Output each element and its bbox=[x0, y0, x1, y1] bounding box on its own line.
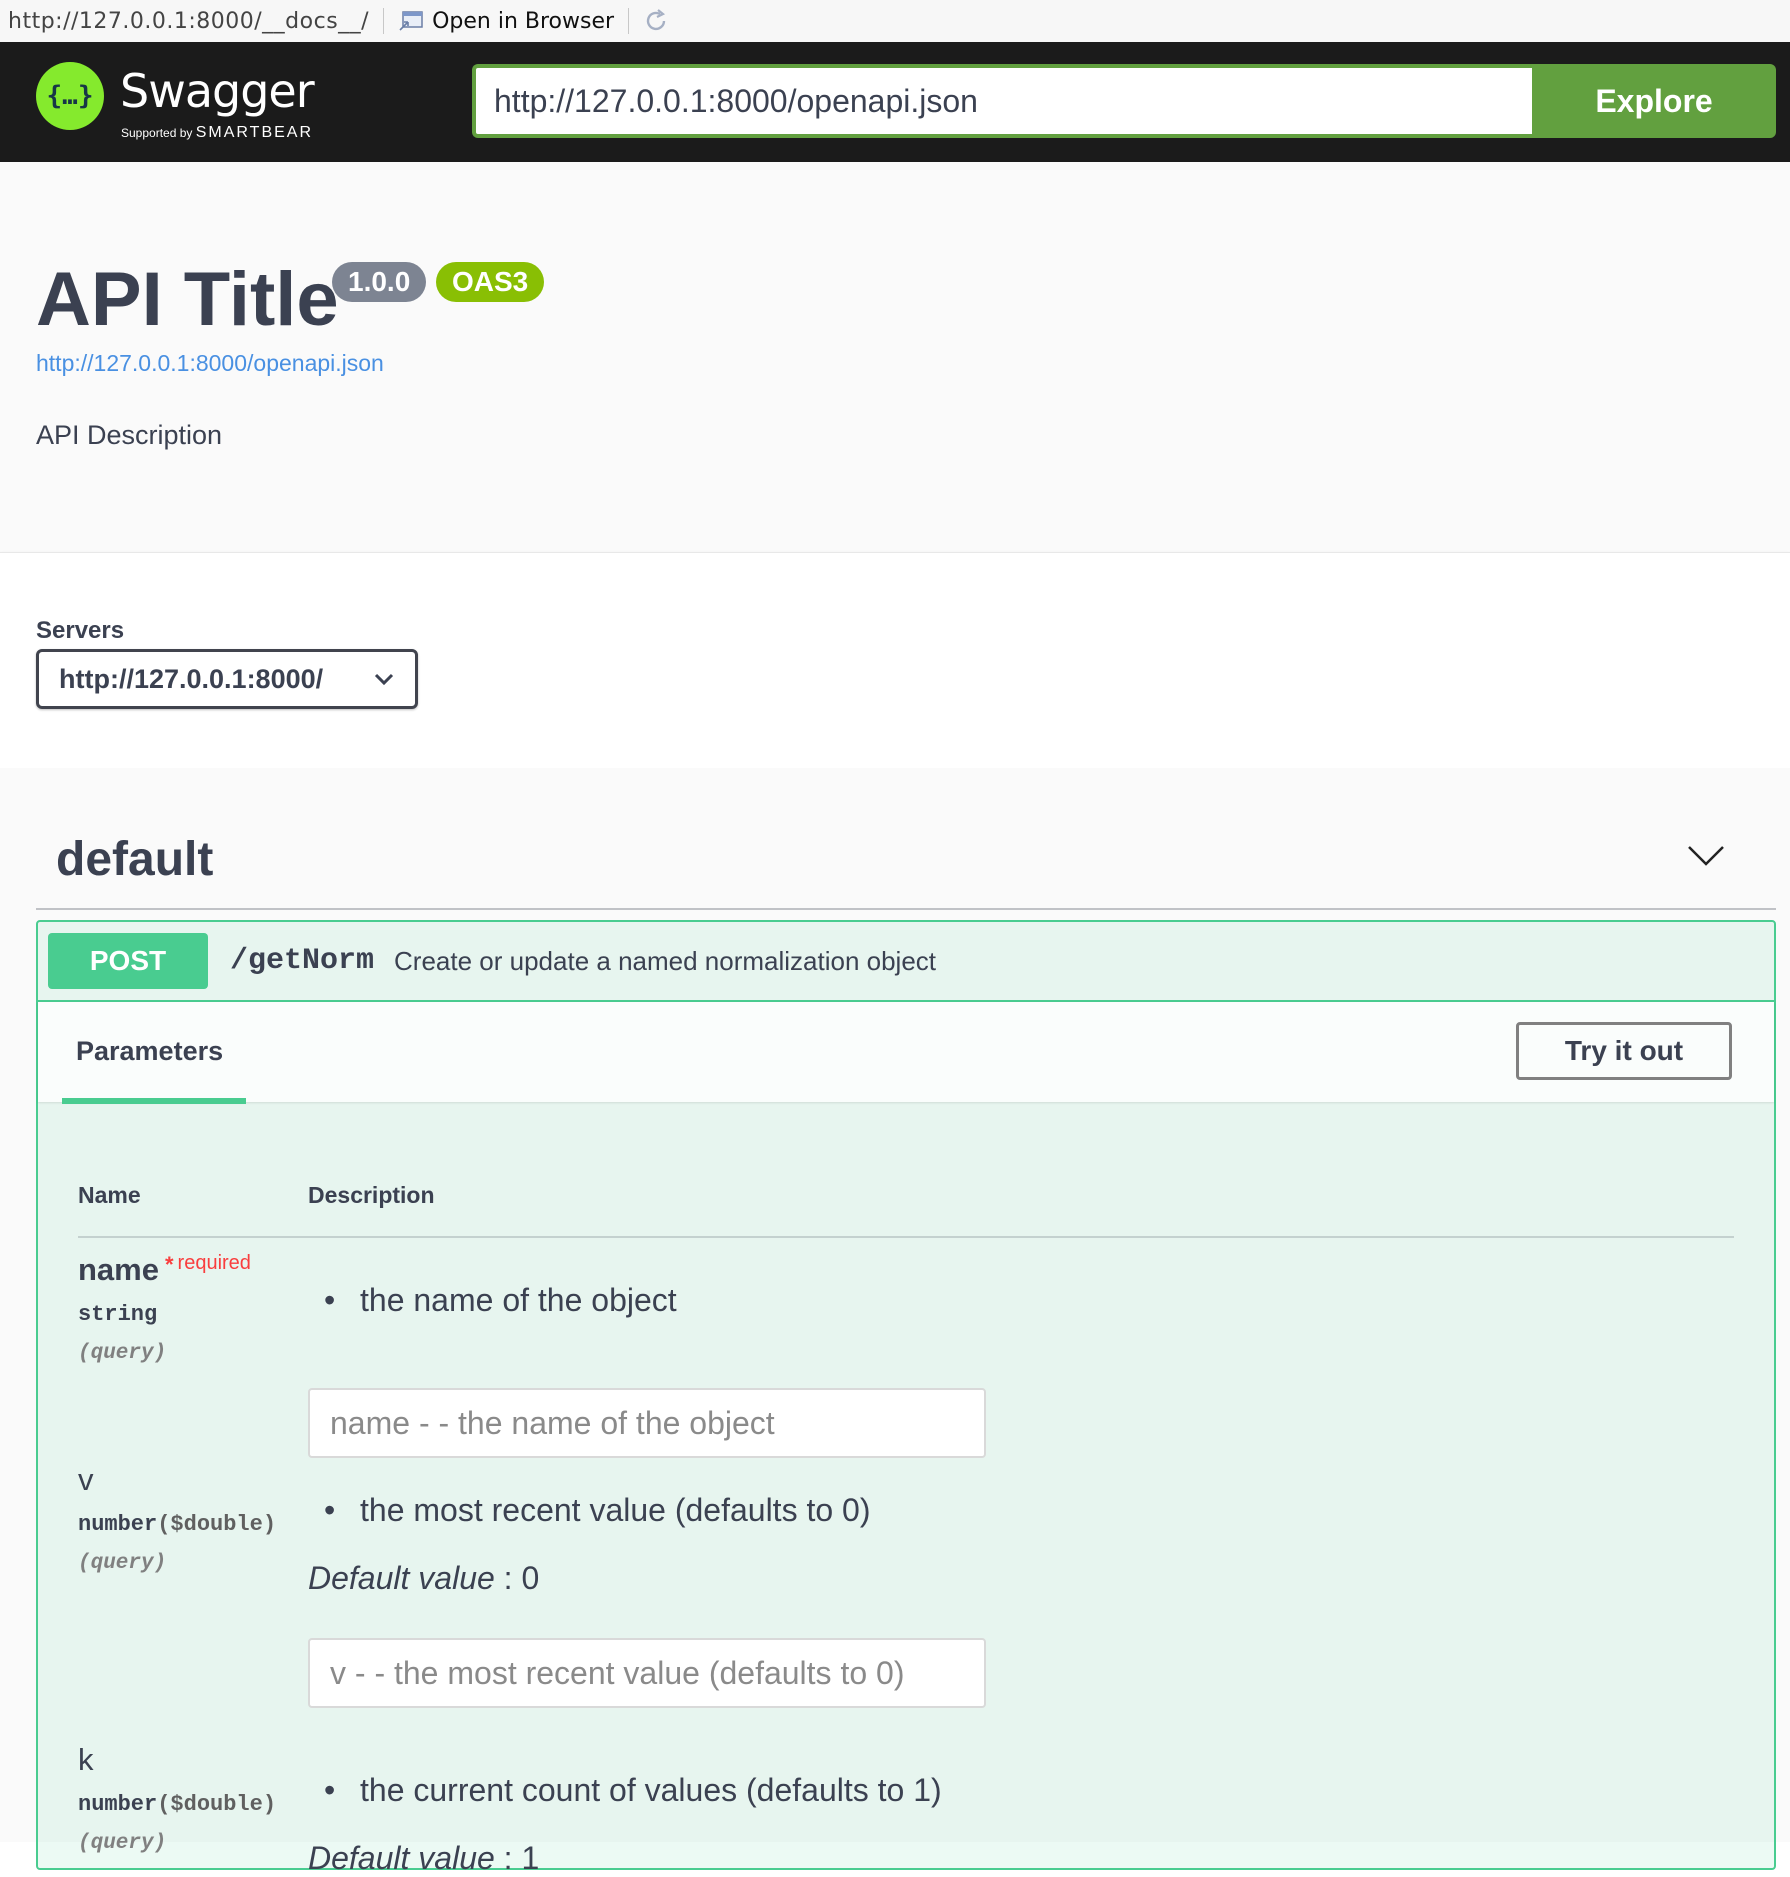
operation-summary[interactable]: POST /getNorm Create or update a named n… bbox=[38, 922, 1774, 1002]
tag-header[interactable]: default bbox=[36, 768, 1776, 910]
reload-icon[interactable] bbox=[643, 8, 669, 34]
param-type-text: number bbox=[78, 1512, 158, 1537]
param-v-input[interactable] bbox=[308, 1638, 986, 1708]
api-title: API Title bbox=[36, 257, 339, 342]
logo-support-line: Supported by SMARTBEAR bbox=[121, 124, 313, 142]
param-format: ($double) bbox=[157, 1512, 277, 1537]
tab-parameters-label: Parameters bbox=[76, 1036, 224, 1066]
open-in-browser-label: Open in Browser bbox=[432, 8, 615, 34]
tab-parameters[interactable]: Parameters bbox=[62, 1002, 246, 1104]
param-location: (query) bbox=[78, 1342, 167, 1365]
required-star: * bbox=[164, 1252, 174, 1277]
swagger-logo[interactable]: {…} Swagger Supported by SMARTBEAR bbox=[36, 62, 326, 142]
default-value: : 0 bbox=[494, 1560, 540, 1596]
param-type: number($double) bbox=[78, 1792, 276, 1817]
api-description: API Description bbox=[36, 420, 223, 450]
param-description: the name of the object bbox=[352, 1282, 677, 1319]
spec-url-input[interactable] bbox=[472, 64, 1532, 138]
param-name-text: name bbox=[78, 1252, 159, 1287]
toolbar-divider bbox=[628, 8, 630, 34]
param-location: (query) bbox=[78, 1832, 167, 1855]
param-name: v bbox=[78, 1462, 94, 1497]
browser-toolbar: http://127.0.0.1:8000/__docs__/ Open in … bbox=[0, 0, 1790, 43]
required-label: required bbox=[177, 1252, 251, 1274]
api-info: API Title 1.0.0 OAS3 http://127.0.0.1:80… bbox=[0, 162, 1790, 552]
operation-block: POST /getNorm Create or update a named n… bbox=[36, 920, 1776, 1876]
param-format: ($double) bbox=[157, 1792, 277, 1817]
param-default: Default value : 0 bbox=[308, 1560, 539, 1597]
param-type-text: number bbox=[78, 1792, 158, 1817]
param-name: name * required bbox=[78, 1252, 251, 1288]
try-it-out-button[interactable]: Try it out bbox=[1516, 1022, 1732, 1080]
operation-summary-text: Create or update a named normalization o… bbox=[394, 945, 937, 976]
param-type: number($double) bbox=[78, 1512, 276, 1537]
param-name: k bbox=[78, 1742, 94, 1777]
param-type: string bbox=[78, 1302, 158, 1327]
oas-badge: OAS3 bbox=[436, 262, 545, 302]
default-value-label: Default value bbox=[308, 1560, 495, 1596]
browser-window-icon bbox=[399, 11, 423, 31]
swagger-braces-icon: {…} bbox=[36, 62, 104, 130]
toolbar-divider bbox=[383, 8, 385, 34]
servers-selected-value: http://127.0.0.1:8000/ bbox=[59, 663, 324, 694]
param-name-input[interactable] bbox=[308, 1388, 986, 1458]
method-badge: POST bbox=[48, 933, 208, 989]
default-value: : 1 bbox=[494, 1840, 540, 1876]
operations-section: default POST /getNorm Create or update a… bbox=[0, 768, 1790, 1876]
spec-link[interactable]: http://127.0.0.1:8000/openapi.json bbox=[36, 350, 384, 377]
logo-support-prefix: Supported by bbox=[121, 126, 193, 140]
version-badge: 1.0.0 bbox=[332, 262, 427, 302]
param-description: the most recent value (defaults to 0) bbox=[352, 1492, 870, 1529]
open-in-browser-button[interactable]: Open in Browser bbox=[398, 9, 614, 34]
logo-support-brand: SMARTBEAR bbox=[195, 124, 314, 141]
param-description: the current count of values (defaults to… bbox=[352, 1772, 942, 1809]
param-location: (query) bbox=[78, 1552, 167, 1575]
explore-button[interactable]: Explore bbox=[1532, 64, 1776, 138]
servers-label: Servers bbox=[36, 617, 125, 644]
column-header-name: Name bbox=[78, 1182, 141, 1208]
chevron-down-icon[interactable] bbox=[1686, 844, 1726, 868]
logo-name: Swagger bbox=[120, 64, 315, 118]
servers-section: Servers http://127.0.0.1:8000/ bbox=[0, 552, 1790, 769]
default-value-label: Default value bbox=[308, 1840, 495, 1876]
parameters-header: Parameters Try it out bbox=[38, 1002, 1774, 1104]
param-default: Default value : 1 bbox=[308, 1840, 539, 1877]
column-header-description: Description bbox=[308, 1182, 435, 1208]
servers-select[interactable]: http://127.0.0.1:8000/ bbox=[36, 649, 418, 709]
tag-name: default bbox=[56, 833, 214, 886]
chevron-down-icon bbox=[374, 673, 394, 686]
swagger-topbar: {…} Swagger Supported by SMARTBEAR Explo… bbox=[0, 42, 1790, 162]
header-divider bbox=[78, 1236, 1734, 1238]
operation-path: /getNorm bbox=[230, 944, 375, 978]
browser-url[interactable]: http://127.0.0.1:8000/__docs__/ bbox=[0, 9, 369, 34]
